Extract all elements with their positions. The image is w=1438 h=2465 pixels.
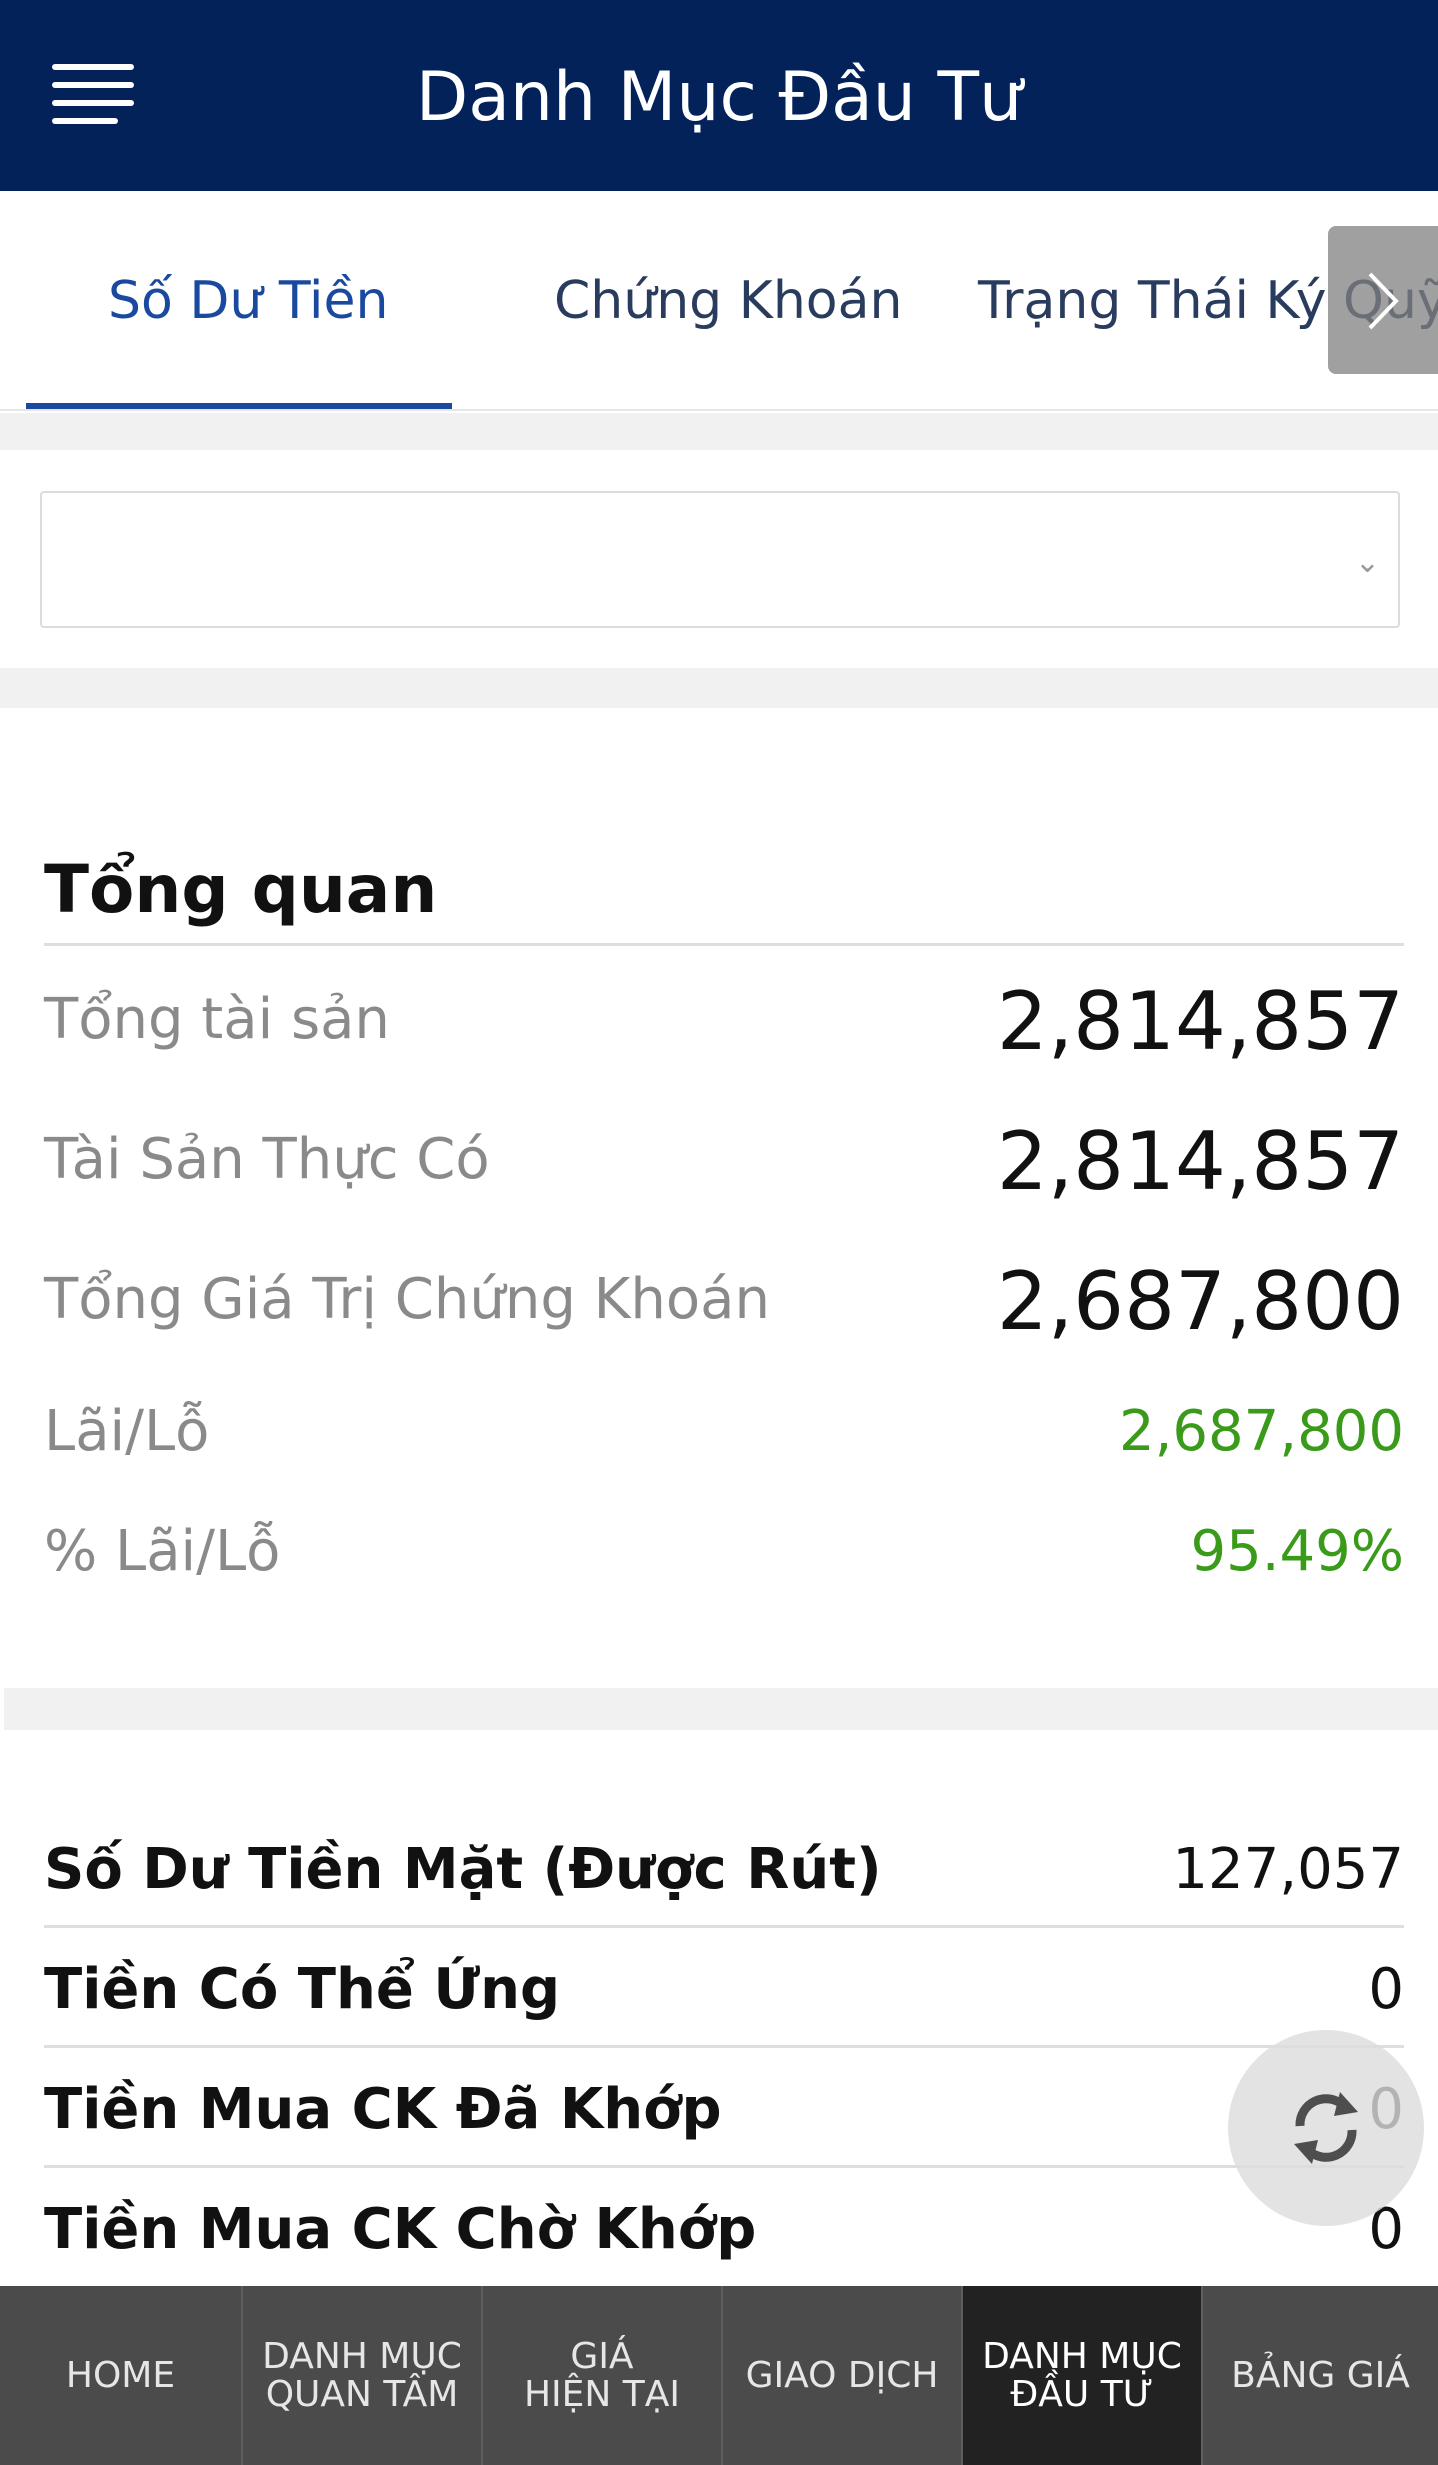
- nav-watchlist[interactable]: DANH MỤC QUAN TÂM: [241, 2286, 481, 2465]
- section-spacer: [0, 668, 1438, 708]
- tab-securities[interactable]: Chứng Khoán: [554, 191, 902, 409]
- nav-label: GIAO DỊCH: [745, 2354, 939, 2396]
- advance-available-label: Tiền Có Thể Ứng: [44, 1957, 561, 2022]
- refresh-button[interactable]: [1228, 2030, 1424, 2226]
- account-select[interactable]: ⌄: [40, 491, 1400, 628]
- securities-value-label: Tổng Giá Trị Chứng Khoán: [44, 1267, 770, 1332]
- net-assets-label: Tài Sản Thực Có: [44, 1127, 490, 1192]
- net-assets-value: 2,814,857: [996, 1115, 1404, 1208]
- withdrawable-cash-value: 127,057: [1172, 1837, 1404, 1902]
- app-header: Danh Mục Đầu Tư: [0, 0, 1438, 191]
- overview-title: Tổng quan: [44, 851, 438, 928]
- nav-label: GIÁ: [570, 2335, 634, 2377]
- chevron-right-icon: [1368, 272, 1399, 330]
- bottom-nav: HOME DANH MỤC QUAN TÂM GIÁ HIỆN TẠI GIAO…: [0, 2286, 1438, 2465]
- pending-buy-label: Tiền Mua CK Chờ Khớp: [44, 2197, 757, 2262]
- nav-label: QUAN TÂM: [265, 2373, 459, 2415]
- refresh-icon: [1294, 2092, 1358, 2164]
- divider: [44, 943, 1404, 946]
- divider: [44, 1925, 1404, 1928]
- profit-loss-percent-value: 95.49%: [1190, 1519, 1404, 1584]
- page-title: Danh Mục Đầu Tư: [415, 58, 1023, 137]
- section-spacer: [4, 1688, 1438, 1730]
- nav-label: HIỆN TẠI: [523, 2373, 681, 2415]
- nav-portfolio[interactable]: DANH MỤC ĐẦU TƯ: [961, 2286, 1201, 2465]
- tab-cash-balance[interactable]: Số Dư Tiền: [108, 191, 388, 409]
- nav-label: HOME: [65, 2354, 176, 2396]
- active-tab-indicator: [26, 403, 452, 409]
- advance-available-value: 0: [1368, 1957, 1404, 2022]
- profit-loss-value: 2,687,800: [1118, 1399, 1404, 1464]
- total-assets-value: 2,814,857: [996, 975, 1404, 1068]
- divider: [44, 2165, 1404, 2168]
- securities-value: 2,687,800: [996, 1255, 1404, 1348]
- total-assets-label: Tổng tài sản: [44, 987, 390, 1052]
- section-spacer: [0, 413, 1438, 450]
- withdrawable-cash-label: Số Dư Tiền Mặt (Được Rút): [44, 1837, 882, 1902]
- tabs-next-button[interactable]: [1328, 226, 1438, 374]
- matched-buy-label: Tiền Mua CK Đã Khớp: [44, 2077, 722, 2142]
- nav-label: DANH MỤC: [982, 2335, 1182, 2377]
- profit-loss-label: Lãi/Lỗ: [44, 1399, 210, 1464]
- nav-price-board[interactable]: BẢNG GIÁ: [1201, 2286, 1438, 2465]
- tab-bar: Số Dư Tiền Chứng Khoán Trạng Thái Ký Quỹ: [0, 191, 1438, 411]
- nav-current-price[interactable]: GIÁ HIỆN TẠI: [481, 2286, 721, 2465]
- divider: [44, 2045, 1404, 2048]
- nav-trading[interactable]: GIAO DỊCH: [721, 2286, 961, 2465]
- nav-label: DANH MỤC: [262, 2335, 462, 2377]
- nav-label: BẢNG GIÁ: [1231, 2354, 1410, 2396]
- chevron-down-icon: ⌄: [1354, 545, 1380, 580]
- profit-loss-percent-label: % Lãi/Lỗ: [44, 1519, 281, 1584]
- nav-home[interactable]: HOME: [0, 2286, 241, 2465]
- nav-label: ĐẦU TƯ: [1010, 2373, 1154, 2415]
